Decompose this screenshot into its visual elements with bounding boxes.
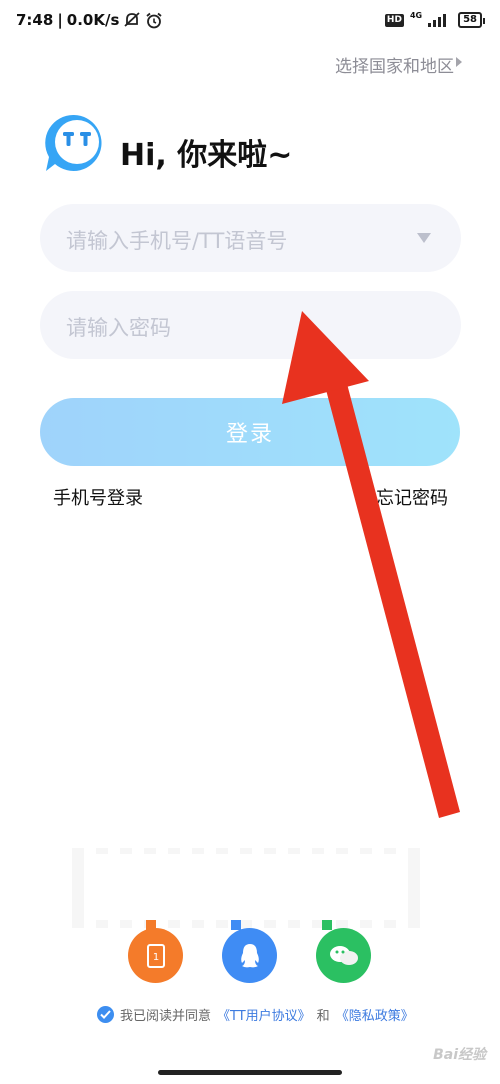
blurred-region (72, 848, 432, 928)
green-tab (322, 920, 332, 930)
qq-icon (240, 943, 259, 967)
signal-icon (428, 14, 447, 27)
status-left: 7:48 | 0.0K/s (16, 11, 163, 29)
status-time: 7:48 (16, 11, 54, 29)
dropdown-icon[interactable] (417, 233, 431, 243)
password-input-placeholder: 请输入密码 (66, 316, 171, 340)
battery-icon: 58 (458, 12, 485, 28)
status-bar: 7:48 | 0.0K/s HD 4G 58 (0, 0, 500, 44)
tt-logo-icon (45, 114, 102, 171)
home-indicator[interactable] (158, 1070, 342, 1075)
login-button[interactable]: 登录 (40, 398, 460, 466)
triangle-right-icon[interactable] (456, 57, 462, 67)
agreement-row: 我已阅读并同意 《TT用户协议》和《隐私政策》 (97, 1005, 414, 1024)
network-type: 4G (409, 10, 423, 20)
mute-icon (124, 12, 141, 27)
phone-login-link[interactable]: 手机号登录 (53, 484, 143, 510)
svg-text:1: 1 (152, 952, 158, 963)
forgot-password-link[interactable]: 忘记密码 (376, 484, 448, 510)
tablet-login-icon: 1 (146, 943, 165, 968)
greeting-title: Hi, 你来啦~ (120, 138, 293, 173)
agreement-prefix: 我已阅读并同意 (120, 1009, 212, 1024)
phone-input-placeholder: 请输入手机号/TT语音号 (66, 229, 288, 253)
alarm-icon (146, 12, 162, 28)
blue-tab (231, 920, 241, 930)
status-divider: | (57, 11, 63, 29)
qq-login-button[interactable] (222, 928, 277, 983)
check-icon (100, 1010, 111, 1019)
tablet-login-button[interactable]: 1 (128, 928, 183, 983)
watermark: Bai经验 (433, 1047, 486, 1063)
hd-badge: HD (384, 13, 404, 27)
password-input[interactable]: 请输入密码 (40, 291, 461, 359)
status-right: HD 4G 58 (384, 10, 485, 28)
blurred-region-inner (92, 854, 408, 920)
user-agreement-link[interactable]: 《TT用户协议》 (217, 1005, 311, 1024)
agreement-checkbox[interactable] (97, 1006, 114, 1023)
status-speed: 0.0K/s (66, 11, 120, 29)
wechat-icon (329, 945, 358, 965)
agreement-and: 和 (316, 1009, 330, 1024)
phone-input[interactable]: 请输入手机号/TT语音号 (40, 204, 461, 272)
region-selector[interactable]: 选择国家和地区 (335, 52, 454, 77)
privacy-policy-link[interactable]: 《隐私政策》 (336, 1005, 414, 1024)
wechat-login-button[interactable] (316, 928, 371, 983)
